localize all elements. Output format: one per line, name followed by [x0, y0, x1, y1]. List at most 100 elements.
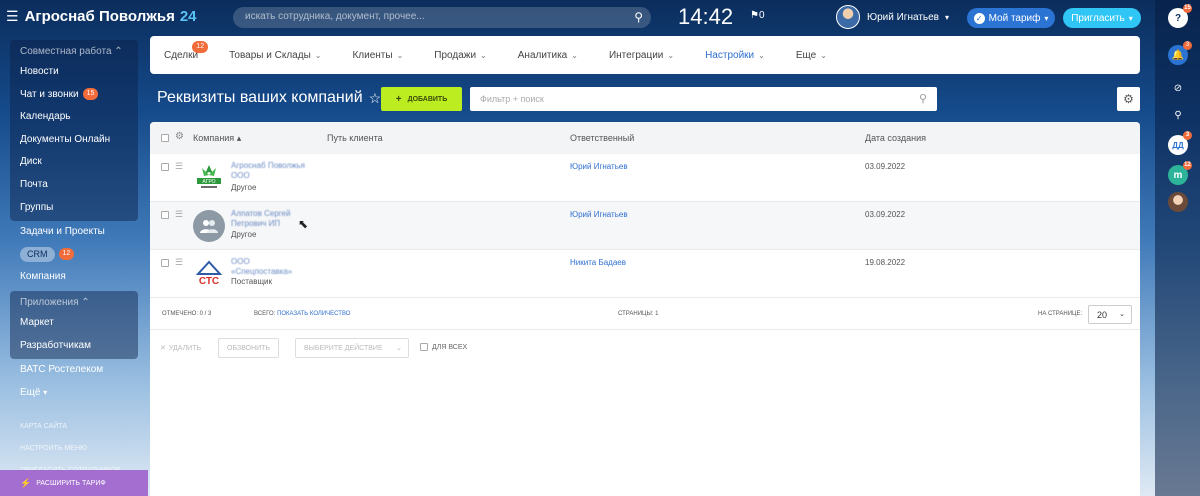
choose-action-select[interactable]: Выберите действие ⌄ [295, 338, 409, 358]
table-row[interactable]: ☰ СТС ООО «Спецпоставка» Поставщик Никита… [150, 250, 1140, 298]
flag-icon: ⚑ [750, 10, 759, 21]
company-number: 24 [179, 8, 197, 25]
call-button[interactable]: Обзвонить [218, 338, 280, 358]
m-app-icon[interactable]: m 12 [1168, 161, 1192, 185]
chevron-down-icon: ⌄ [480, 50, 487, 60]
sidebar-item-calendar[interactable]: Календарь [10, 106, 138, 129]
per-page-select[interactable]: 20 ⌄ [1088, 305, 1132, 324]
search-icon[interactable]: ⚲ [919, 92, 927, 105]
show-count-link[interactable]: Показать количество [277, 311, 350, 317]
sidebar-item-groups[interactable]: Группы [10, 197, 138, 220]
search-icon[interactable]: ⚲ [634, 10, 643, 24]
row-checkbox[interactable] [161, 163, 169, 171]
user-name: Юрий Игнатьев [867, 11, 939, 23]
row-checkbox[interactable] [161, 211, 169, 219]
add-button[interactable]: + Добавить [381, 87, 462, 111]
filter-search-input[interactable]: Фильтр + поиск ⚲ [470, 87, 937, 111]
table-row[interactable]: ☰ АГРО Агроснаб Поволжья ООО Другое Юрий … [150, 154, 1140, 202]
sidebar-item-disk[interactable]: Диск [10, 151, 138, 174]
chevron-down-icon: ⌄ [571, 50, 578, 60]
block-icon[interactable]: ⊘ [1168, 78, 1188, 98]
responsible-link[interactable]: Юрий Игнатьев [570, 210, 628, 219]
row-menu-icon[interactable]: ☰ [175, 257, 183, 268]
tab-analytics[interactable]: Аналитика ⌄ [518, 50, 578, 61]
tab-goods[interactable]: Товары и Склады ⌄ [229, 50, 321, 61]
right-rail: ? 15 🔔 3 ⊘ ⚲ ДД 3 m 12 [1155, 0, 1200, 496]
tab-integrations[interactable]: Интеграции ⌄ [609, 50, 674, 61]
tab-sales[interactable]: Продажи ⌄ [434, 50, 486, 61]
sidebar-item-vats[interactable]: ВАТС Ростелеком [0, 359, 148, 382]
company-name-link[interactable]: Алпатов Сергей Петрович ИП [231, 209, 290, 229]
menu-burger-icon[interactable]: ☰ [6, 8, 19, 25]
contact-avatar[interactable] [1168, 192, 1188, 212]
sidebar-item-company[interactable]: Компания [0, 266, 148, 289]
company-name-link[interactable]: ООО «Спецпоставка» [231, 257, 292, 277]
sidebar-item-mail[interactable]: Почта [10, 174, 138, 197]
row-menu-icon[interactable]: ☰ [175, 161, 183, 172]
clock: 14:42 [678, 4, 734, 29]
avatar[interactable] [836, 5, 860, 29]
expand-tariff-button[interactable]: ⚡ Расширить тариф [0, 470, 148, 496]
bell-icon[interactable]: 🔔 3 [1168, 41, 1192, 65]
sidebar-group-header[interactable]: Приложения ⌃ [10, 295, 138, 312]
for-all-option[interactable]: Для всех [420, 343, 467, 351]
tab-settings[interactable]: Настройки ⌄ [705, 50, 765, 61]
column-path[interactable]: Путь клиента [327, 133, 383, 143]
m-badge: 12 [1183, 161, 1192, 170]
table-header: ⚙ Компания ▴ Путь клиента Ответственный … [150, 122, 1140, 154]
row-menu-icon[interactable]: ☰ [175, 209, 183, 220]
column-created[interactable]: Дата создания [865, 133, 926, 143]
sidebar-group-header[interactable]: Совместная работа ⌃ [10, 44, 138, 61]
star-icon[interactable]: ☆ [369, 90, 382, 107]
chevron-up-icon: ⌃ [114, 46, 123, 57]
sidebar-item-tasks[interactable]: Задачи и Проекты [0, 221, 148, 244]
sidebar-item-documents[interactable]: Документы Онлайн [10, 129, 138, 152]
created-date: 19.08.2022 [865, 258, 906, 267]
page-title: Реквизиты ваших компаний ☆ [157, 89, 382, 107]
agro-logo: АГРО [193, 162, 225, 194]
mouse-cursor-icon: ⬉ [298, 217, 309, 231]
created-date: 03.09.2022 [865, 210, 906, 219]
sidebar-item-more[interactable]: Ещё ▾ [0, 382, 148, 405]
search-icon[interactable]: ⚲ [1168, 105, 1188, 125]
invite-button[interactable]: Пригласить ▾ [1063, 8, 1141, 28]
deals-badge: 12 [192, 40, 209, 53]
sidebar-item-developers[interactable]: Разработчикам [10, 335, 138, 358]
company-type: Другое [231, 230, 257, 239]
row-checkbox[interactable] [161, 259, 169, 267]
sidebar-item-market[interactable]: Маркет [10, 312, 138, 335]
marked-count: Отмечено: 0 / 3 [162, 311, 212, 317]
companies-table-panel: ⚙ Компания ▴ Путь клиента Ответственный … [150, 122, 1140, 496]
crm-navbar: Сделки 12 Товары и Склады ⌄ Клиенты ⌄ Прода… [150, 36, 1140, 74]
select-all-checkbox[interactable] [161, 134, 169, 142]
tariff-icon: ✓ [973, 12, 985, 24]
sitemap-link[interactable]: Карта сайта [0, 416, 148, 438]
sidebar-item-crm[interactable]: CRM 12 [0, 244, 148, 267]
settings-gear-button[interactable]: ⚙ [1117, 87, 1140, 111]
responsible-link[interactable]: Юрий Игнатьев [570, 162, 628, 171]
columns-gear-icon[interactable]: ⚙ [175, 131, 184, 142]
sidebar-item-chat[interactable]: Чат и звонки 15 [10, 84, 138, 107]
for-all-checkbox[interactable] [420, 343, 428, 351]
chevron-down-icon: ⌄ [667, 50, 675, 60]
delete-button[interactable]: ✕ Удалить [152, 338, 209, 358]
tab-clients[interactable]: Клиенты ⌄ [352, 50, 403, 61]
tab-deals[interactable]: Сделки 12 [164, 40, 209, 61]
column-company[interactable]: Компания ▴ [193, 133, 241, 144]
chat-icon[interactable]: ДД 3 [1168, 131, 1192, 155]
sidebar-item-news[interactable]: Новости [10, 61, 138, 84]
my-tariff-button[interactable]: ✓ Мой тариф ▾ [967, 8, 1055, 28]
configure-menu-link[interactable]: Настроить меню [0, 438, 148, 460]
help-icon[interactable]: ? 15 [1168, 4, 1192, 28]
sidebar-group-collaboration: Совместная работа ⌃ Новости Чат и звонки… [10, 40, 138, 222]
user-menu[interactable]: Юрий Игнатьев ▾ [836, 5, 949, 29]
global-search-input[interactable]: искать сотрудника, документ, прочее... ⚲ [233, 7, 651, 28]
portal-logo[interactable]: ☰ Агроснаб Поволжья 24 [6, 8, 197, 25]
column-responsible[interactable]: Ответственный [570, 133, 634, 143]
company-name: Агроснаб Поволжья [24, 8, 175, 25]
company-name-link[interactable]: Агроснаб Поволжья ООО [231, 161, 305, 181]
work-day-status[interactable]: ⚑0 [750, 10, 765, 21]
tab-more[interactable]: Еще ⌄ [796, 50, 827, 61]
chevron-down-icon: ⌄ [820, 50, 827, 60]
responsible-link[interactable]: Никита Бадаев [570, 258, 626, 267]
